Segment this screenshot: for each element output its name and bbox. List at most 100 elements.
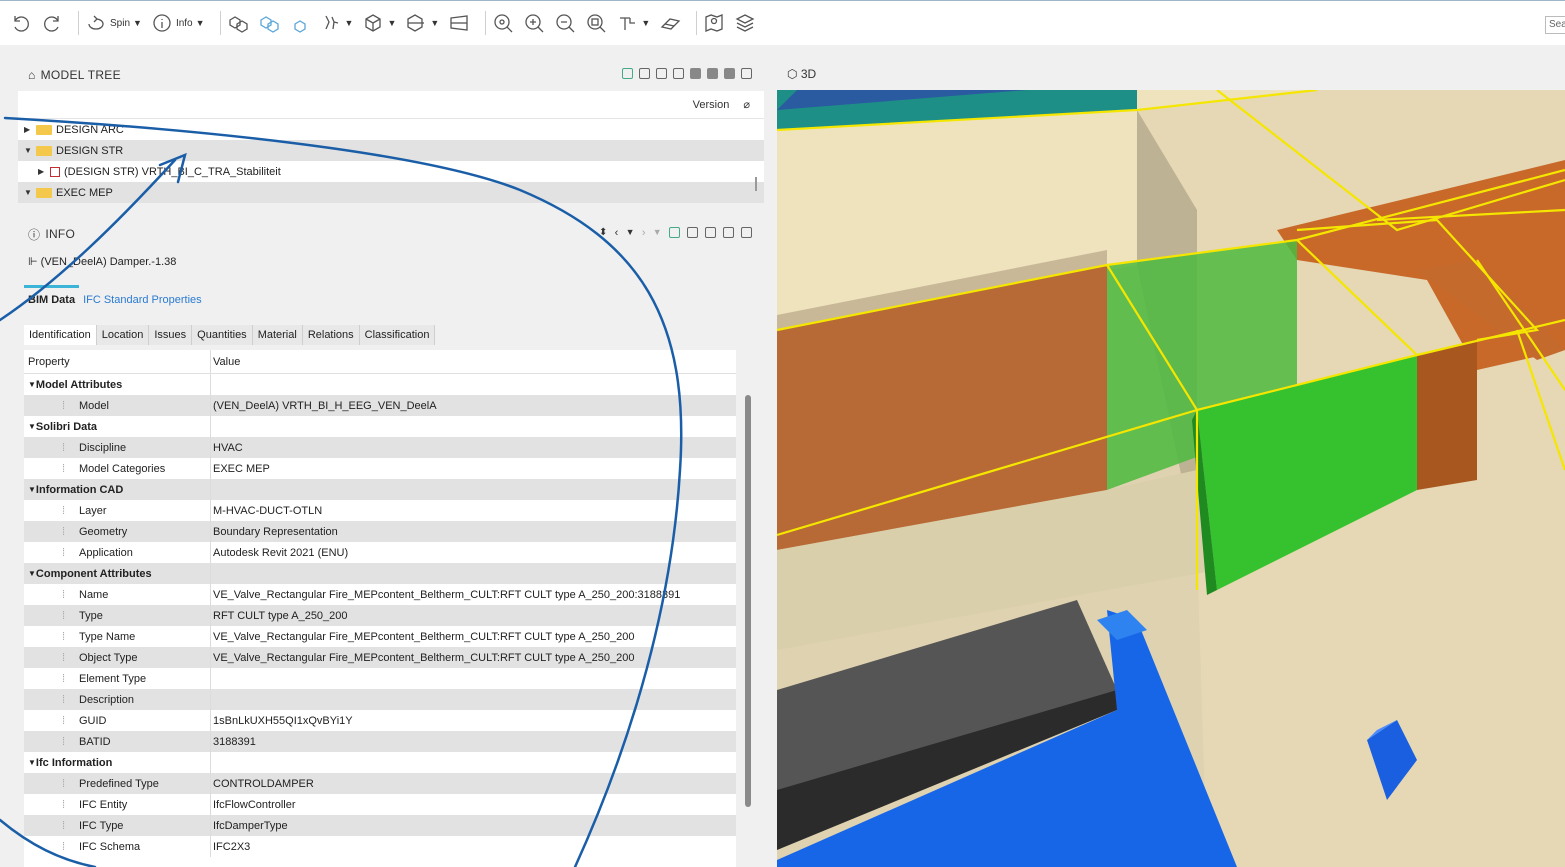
property-row[interactable]: IFC Type IfcDamperType — [24, 815, 736, 836]
property-row[interactable]: Type Name VE_Valve_Rectangular Fire_MEPco… — [24, 626, 736, 647]
tree-scrollbar[interactable] — [755, 177, 757, 191]
group-row[interactable]: ▼ Solibri Data — [24, 416, 736, 437]
info-dropdown[interactable]: Info ▼ — [151, 12, 205, 34]
value-column-header[interactable]: Value — [211, 356, 240, 368]
info-icon — [153, 14, 171, 32]
collapse-icon[interactable]: ▼ — [28, 485, 36, 494]
walk-dropdown[interactable]: ▼ — [320, 12, 354, 34]
section-dropdown[interactable]: ▼ — [405, 12, 439, 34]
previous-icon[interactable]: ‹ — [615, 227, 619, 239]
tab-ifc-standard-properties[interactable]: IFC Standard Properties — [79, 285, 206, 313]
perspective-button[interactable] — [448, 12, 470, 34]
next-icon[interactable]: › — [642, 227, 646, 239]
collapse-icon[interactable]: ▼ — [28, 422, 36, 431]
property-row[interactable]: IFC Entity IfcFlowController — [24, 794, 736, 815]
group-row[interactable]: ▼ Model Attributes — [24, 374, 736, 395]
attachment-icon[interactable]: ⌀ — [743, 98, 750, 111]
isolate-button[interactable] — [289, 12, 311, 34]
property-row[interactable]: Predefined Type CONTROLDAMPER — [24, 773, 736, 794]
subtab-classification[interactable]: Classification — [360, 325, 436, 345]
hide-components-button[interactable] — [258, 12, 280, 34]
property-row[interactable]: Model Categories EXEC MEP — [24, 458, 736, 479]
search-input[interactable]: Sea — [1545, 16, 1565, 34]
subtab-location[interactable]: Location — [97, 325, 150, 345]
undo-button[interactable] — [10, 12, 32, 34]
layers-icon — [735, 14, 755, 32]
collapse-icon[interactable]: ▼ — [28, 569, 36, 578]
spin-icon — [88, 15, 104, 30]
property-row[interactable]: GUID 1sBnLkUXH55QI1xQvBYi1Y — [24, 710, 736, 731]
property-row[interactable]: BATID 3188391 — [24, 731, 736, 752]
expand-icon[interactable]: ▶ — [24, 125, 36, 134]
maximize-icon[interactable] — [741, 227, 752, 238]
zoom-in-button[interactable] — [523, 12, 545, 34]
tree-hierarchy-icon[interactable] — [639, 68, 650, 79]
chevron-down-icon[interactable]: ▼ — [626, 227, 635, 239]
subtab-quantities[interactable]: Quantities — [192, 325, 253, 345]
property-name-text: Type — [79, 609, 103, 622]
sort-icon[interactable]: ⬍ — [599, 227, 608, 239]
subtab-identification[interactable]: Identification — [24, 325, 97, 345]
info-header: ⓘ INFO ⬍ ‹ ▼ › ▼ — [18, 219, 764, 249]
chevron-down-icon: ▼ — [344, 18, 354, 28]
measure-dropdown[interactable]: ▼ — [616, 12, 650, 34]
property-name-text: GUID — [79, 714, 107, 727]
property-row[interactable]: IFC Schema IFC2X3 — [24, 836, 736, 857]
maximize-icon[interactable] — [741, 68, 752, 79]
version-column[interactable]: Version — [693, 99, 730, 111]
redo-button[interactable] — [41, 12, 63, 34]
lock-icon[interactable] — [723, 227, 734, 238]
zoom-out-button[interactable] — [554, 12, 576, 34]
group-row[interactable]: ▼ Information CAD — [24, 479, 736, 500]
tree-layout-icon[interactable] — [622, 68, 633, 79]
slice-button[interactable] — [659, 12, 681, 34]
property-row[interactable]: Description — [24, 689, 736, 710]
group-row[interactable]: ▼ Component Attributes — [24, 563, 736, 584]
tree-row[interactable]: ▶ DESIGN ARC — [18, 119, 764, 140]
collapse-icon[interactable]: ▼ — [28, 758, 36, 767]
grid-scrollbar-thumb[interactable] — [745, 395, 751, 807]
property-row[interactable]: Object Type VE_Valve_Rectangular Fire_MEP… — [24, 647, 736, 668]
select-components-button[interactable] — [227, 12, 249, 34]
redo-icon — [44, 16, 59, 32]
link-icon[interactable] — [669, 227, 680, 238]
property-row[interactable]: Application Autodesk Revit 2021 (ENU) — [24, 542, 736, 563]
group-row[interactable]: ▼ Ifc Information — [24, 752, 736, 773]
tree-filter-icon[interactable] — [673, 68, 684, 79]
property-row[interactable]: Name VE_Valve_Rectangular Fire_MEPcontent… — [24, 584, 736, 605]
lock-icon[interactable] — [705, 227, 716, 238]
3d-viewport[interactable] — [777, 90, 1565, 867]
lock-icon[interactable] — [690, 68, 701, 79]
subtab-issues[interactable]: Issues — [149, 325, 193, 345]
chevron-down-icon[interactable]: ▼ — [653, 227, 662, 239]
collapse-icon[interactable]: ▼ — [28, 380, 36, 389]
collapse-icon[interactable]: ▼ — [24, 188, 36, 197]
lock-icon[interactable] — [707, 68, 718, 79]
zoom-selected-button[interactable] — [492, 12, 514, 34]
view-cube-dropdown[interactable]: ▼ — [362, 12, 396, 34]
tree-row[interactable]: ▶ (DESIGN STR) VRTH_BI_C_TRA_Stabiliteit — [18, 161, 764, 182]
property-row[interactable]: Geometry Boundary Representation — [24, 521, 736, 542]
tree-row[interactable]: ▼ EXEC MEP — [18, 182, 764, 203]
property-row[interactable]: Element Type — [24, 668, 736, 689]
subtab-relations[interactable]: Relations — [303, 325, 360, 345]
lock-icon[interactable] — [724, 68, 735, 79]
expand-icon[interactable]: ▶ — [38, 167, 50, 176]
spin-dropdown[interactable]: Spin ▼ — [85, 12, 142, 34]
zoom-all-button[interactable] — [585, 12, 607, 34]
collapse-icon[interactable]: ▼ — [24, 146, 36, 155]
tree-row[interactable]: ▼ DESIGN STR — [18, 140, 764, 161]
property-row[interactable]: Type RFT CULT type A_250_200 — [24, 605, 736, 626]
lock-icon[interactable] — [687, 227, 698, 238]
layers-button[interactable] — [734, 12, 756, 34]
property-row[interactable]: Layer M-HVAC-DUCT-OTLN — [24, 500, 736, 521]
subtab-material[interactable]: Material — [253, 325, 303, 345]
map-button[interactable] — [703, 12, 725, 34]
property-row[interactable]: Discipline HVAC — [24, 437, 736, 458]
tab-bim-data[interactable]: BIM Data — [24, 285, 80, 313]
tree-group-icon[interactable] — [656, 68, 667, 79]
property-column-header[interactable]: Property — [24, 350, 211, 373]
cube-icon — [365, 14, 382, 32]
property-row[interactable]: Model (VEN_DeelA) VRTH_BI_H_EEG_VEN_DeelA — [24, 395, 736, 416]
grid-header: Property Value — [24, 350, 736, 374]
